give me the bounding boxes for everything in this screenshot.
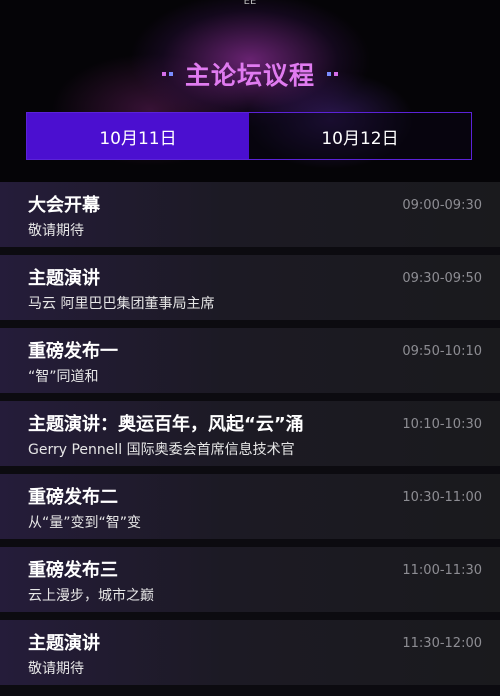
agenda-item-time: 09:00-09:30 [402,198,482,213]
agenda-item[interactable]: 主题演讲：奥运百年，风起“云”涌 Gerry Pennell 国际奥委会首席信息… [0,401,500,466]
page-title: 主论坛议程 [184,61,315,90]
agenda-item-title: 大会开幕 [28,195,100,216]
agenda-item[interactable]: 重磅发布二 从“量”变到“智”变 10:30-11:00 [0,474,500,539]
agenda-list: 大会开幕 敬请期待 09:00-09:30 主题演讲 马云 阿里巴巴集团董事局主… [0,182,500,693]
agenda-item-time: 10:30-11:00 [402,490,482,505]
agenda-item-subtitle: 马云 阿里巴巴集团董事局主席 [28,296,215,312]
agenda-item-subtitle: “智”同道和 [28,369,99,385]
agenda-item[interactable]: 重磅发布三 云上漫步，城市之巅 11:00-11:30 [0,547,500,612]
title-bar: 主论坛议程 [0,56,500,92]
left-decoration-icon [161,72,173,76]
agenda-item-subtitle: Gerry Pennell 国际奥委会首席信息技术官 [28,442,295,458]
agenda-item-subtitle: 从“量”变到“智”变 [28,515,142,531]
tab-oct-11[interactable]: 10月11日 [27,113,249,159]
agenda-item-title: 重磅发布三 [28,560,118,581]
agenda-item[interactable]: 主题演讲 马云 阿里巴巴集团董事局主席 09:30-09:50 [0,255,500,320]
agenda-item-time: 11:00-11:30 [402,563,482,578]
top-logo-text: EE [243,0,257,7]
agenda-item-time: 11:30-12:00 [402,636,482,651]
tab-oct-12[interactable]: 10月12日 [249,113,471,159]
agenda-item-time: 09:50-10:10 [402,344,482,359]
agenda-item-time: 09:30-09:50 [402,271,482,286]
right-decoration-icon [327,72,338,76]
agenda-item-subtitle: 云上漫步，城市之巅 [28,588,154,604]
agenda-item-title: 重磅发布一 [28,341,118,362]
agenda-item-title: 重磅发布二 [28,487,118,508]
agenda-item[interactable]: 大会开幕 敬请期待 09:00-09:30 [0,182,500,247]
agenda-item[interactable]: 重磅发布一 “智”同道和 09:50-10:10 [0,328,500,393]
agenda-item-subtitle: 敬请期待 [28,223,84,239]
agenda-item-title: 主题演讲 [28,268,100,289]
agenda-item[interactable]: 主题演讲 敬请期待 11:30-12:00 [0,620,500,685]
agenda-item-subtitle: 敬请期待 [28,661,84,677]
agenda-item-title: 主题演讲：奥运百年，风起“云”涌 [28,414,304,435]
agenda-item-time: 10:10-10:30 [402,417,482,432]
date-tabs: 10月11日 10月12日 [26,112,472,160]
agenda-item-title: 主题演讲 [28,633,100,654]
